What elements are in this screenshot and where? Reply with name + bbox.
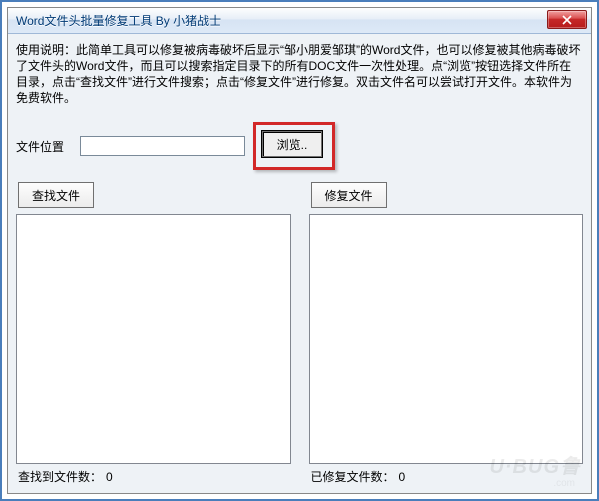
found-status-value: 0 <box>106 470 113 484</box>
left-column: 查找文件 查找到文件数： 0 <box>14 182 293 487</box>
instructions-text: 使用说明：此简单工具可以修复被病毒破坏后显示“邹小朋爱邹琪”的Word文件，也可… <box>14 40 585 112</box>
repaired-status-row: 已修复文件数： 0 <box>307 466 586 487</box>
content-area: 使用说明：此简单工具可以修复被病毒破坏后显示“邹小朋爱邹琪”的Word文件，也可… <box>8 34 591 493</box>
title-bar: Word文件头批量修复工具 By 小猪战士 <box>8 8 591 34</box>
app-window: Word文件头批量修复工具 By 小猪战士 使用说明：此简单工具可以修复被病毒破… <box>7 7 592 494</box>
search-files-button[interactable]: 查找文件 <box>18 182 94 208</box>
repaired-status-label: 已修复文件数： <box>311 468 395 485</box>
repair-files-button[interactable]: 修复文件 <box>311 182 387 208</box>
repaired-status-value: 0 <box>399 470 406 484</box>
found-status-label: 查找到文件数： <box>18 468 102 485</box>
found-status-row: 查找到文件数： 0 <box>14 466 293 487</box>
path-label: 文件位置 <box>14 138 72 155</box>
path-row: 文件位置 浏览.. <box>14 122 585 170</box>
browse-button[interactable]: 浏览.. <box>262 131 322 157</box>
repaired-files-list[interactable] <box>309 214 584 464</box>
close-icon <box>562 15 572 25</box>
columns: 查找文件 查找到文件数： 0 修复文件 已修复文件数： 0 <box>14 182 585 487</box>
right-column: 修复文件 已修复文件数： 0 <box>307 182 586 487</box>
found-files-list[interactable] <box>16 214 291 464</box>
close-button[interactable] <box>547 10 587 29</box>
app-window-border: Word文件头批量修复工具 By 小猪战士 使用说明：此简单工具可以修复被病毒破… <box>0 0 599 501</box>
window-title: Word文件头批量修复工具 By 小猪战士 <box>16 12 221 29</box>
browse-highlight: 浏览.. <box>253 122 335 170</box>
path-input[interactable] <box>80 136 245 156</box>
